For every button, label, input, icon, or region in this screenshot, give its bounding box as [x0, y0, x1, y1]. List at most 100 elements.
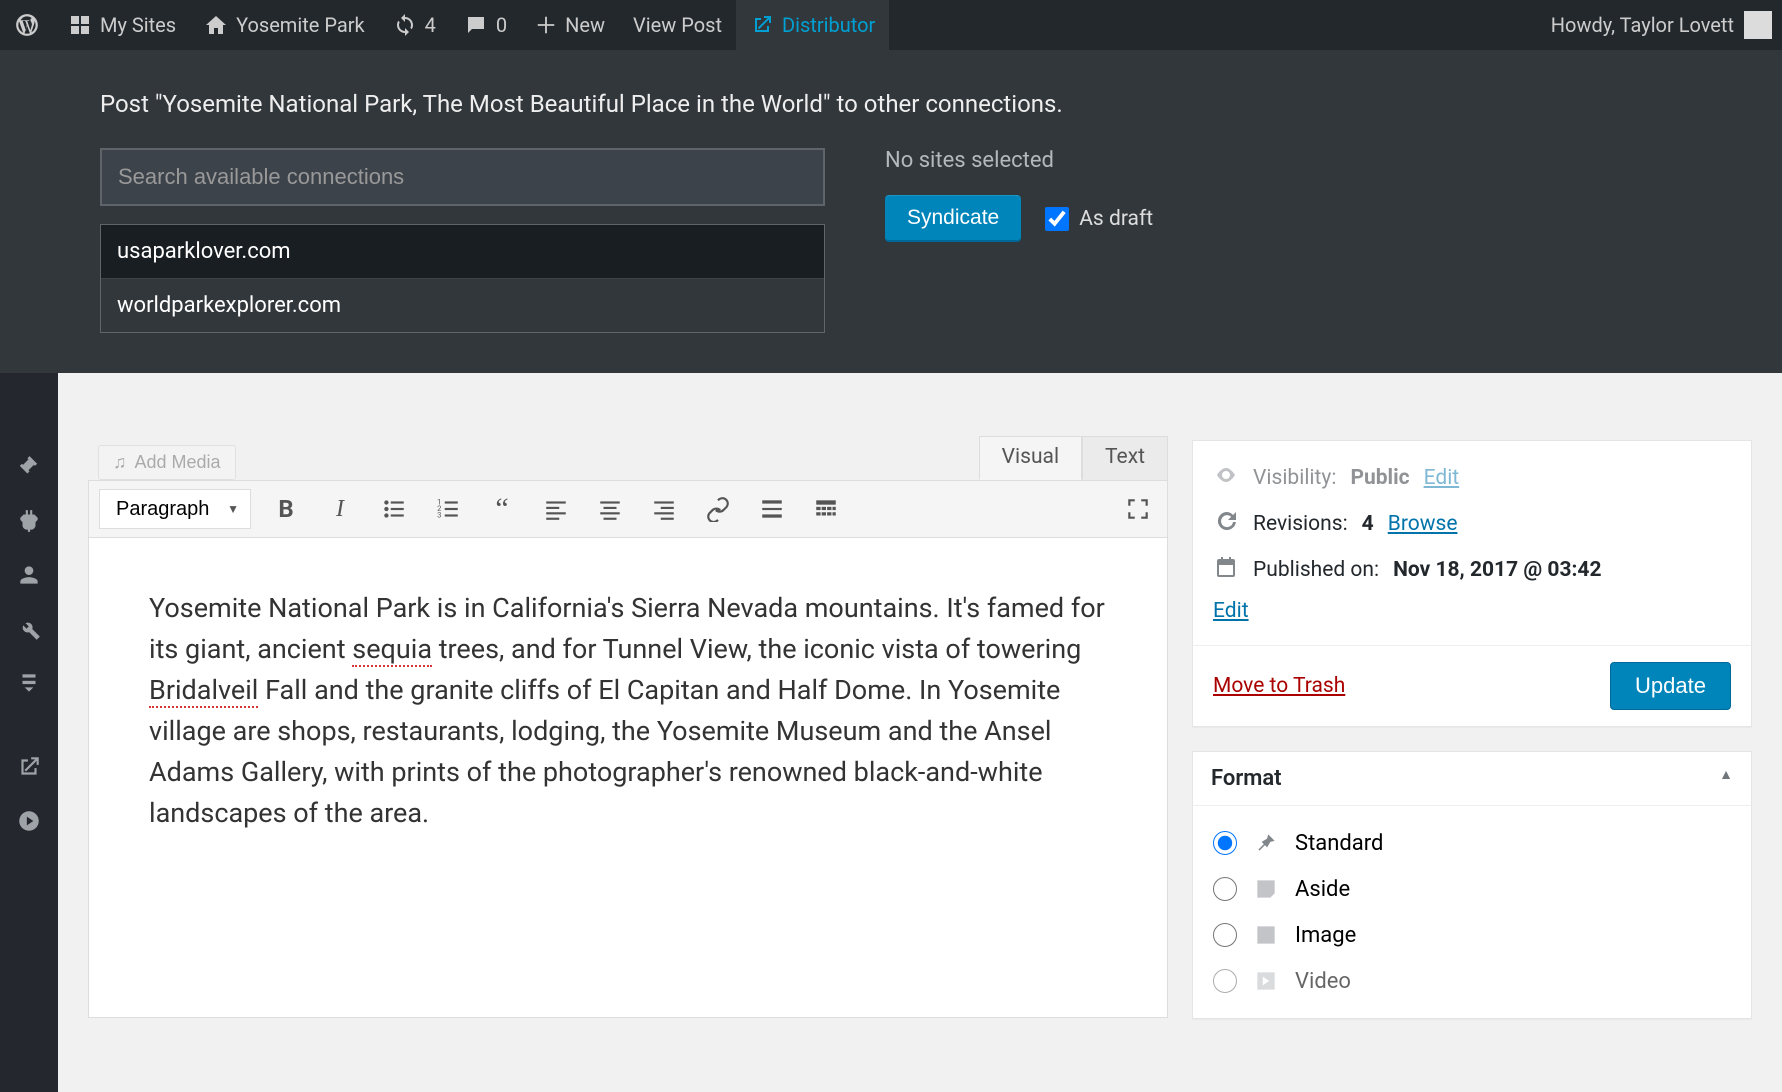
fullscreen-button[interactable]: [1119, 490, 1157, 528]
comments-link[interactable]: 0: [450, 0, 521, 50]
wordpress-icon: [14, 12, 40, 38]
view-post-link[interactable]: View Post: [619, 0, 736, 50]
updates-link[interactable]: 4: [379, 0, 450, 50]
video-icon: [1251, 966, 1281, 996]
plugins-icon[interactable]: [0, 494, 58, 548]
format-video-radio[interactable]: [1213, 969, 1237, 993]
avatar: [1744, 11, 1772, 39]
visibility-edit-link[interactable]: Edit: [1424, 466, 1460, 490]
site-name-label: Yosemite Park: [236, 13, 365, 37]
share-icon: [750, 13, 774, 37]
admin-bar: My Sites Yosemite Park 4 0 New View Post…: [0, 0, 1782, 50]
users-icon[interactable]: [0, 548, 58, 602]
media-icon[interactable]: [0, 794, 58, 848]
user-menu[interactable]: Howdy, Taylor Lovett: [1551, 11, 1782, 39]
link-button[interactable]: [699, 490, 737, 528]
editor-toolbar: Paragraph B I 123 “: [88, 480, 1168, 538]
selected-status: No sites selected: [885, 148, 1153, 173]
calendar-icon: [1213, 555, 1239, 585]
format-standard-label: Standard: [1295, 831, 1383, 856]
new-label: New: [565, 13, 605, 37]
format-video[interactable]: Video: [1213, 958, 1731, 1004]
updates-icon: [393, 13, 417, 37]
browse-revisions-link[interactable]: Browse: [1388, 512, 1458, 536]
updates-count: 4: [425, 13, 436, 37]
bold-button[interactable]: B: [267, 490, 305, 528]
plus-icon: [535, 14, 557, 36]
read-more-button[interactable]: [753, 490, 791, 528]
distributor-label: Distributor: [782, 13, 875, 37]
format-box-title: Format: [1211, 766, 1282, 791]
visibility-label: Visibility:: [1253, 466, 1336, 490]
add-media-button[interactable]: ♫ Add Media: [98, 445, 236, 480]
as-draft-checkbox[interactable]: [1045, 207, 1069, 231]
revisions-label: Revisions:: [1253, 512, 1348, 536]
update-button[interactable]: Update: [1610, 662, 1731, 710]
distributor-link[interactable]: Distributor: [736, 0, 889, 50]
editor-tabs: Visual Text: [979, 436, 1168, 480]
comments-icon: [464, 13, 488, 37]
visibility-icon: [1213, 463, 1239, 493]
format-aside-label: Aside: [1295, 877, 1350, 902]
format-image[interactable]: Image: [1213, 912, 1731, 958]
greeting-label: Howdy, Taylor Lovett: [1551, 13, 1734, 37]
syndicate-button[interactable]: Syndicate: [885, 195, 1021, 242]
distributor-title: Post "Yosemite National Park, The Most B…: [100, 90, 1682, 118]
my-sites-label: My Sites: [100, 13, 176, 37]
wp-logo[interactable]: [0, 0, 54, 50]
revisions-count: 4: [1362, 512, 1374, 536]
align-right-button[interactable]: [645, 490, 683, 528]
comments-count: 0: [496, 13, 507, 37]
tools-icon[interactable]: [0, 602, 58, 656]
move-to-trash-link[interactable]: Move to Trash: [1213, 674, 1345, 698]
format-image-label: Image: [1295, 923, 1356, 948]
pin-icon: [1251, 828, 1281, 858]
connections-list: usaparklover.com worldparkexplorer.com: [100, 224, 825, 333]
search-connections-input[interactable]: [100, 148, 825, 206]
add-media-label: Add Media: [135, 452, 221, 473]
media-icon: ♫: [113, 452, 127, 473]
toggle-icon[interactable]: ▲: [1719, 766, 1733, 791]
format-aside[interactable]: Aside: [1213, 866, 1731, 912]
appearance-icon[interactable]: [0, 440, 58, 494]
paragraph-select[interactable]: Paragraph: [99, 489, 251, 529]
numbered-list-button[interactable]: 123: [429, 490, 467, 528]
format-standard-radio[interactable]: [1213, 831, 1237, 855]
bullet-list-button[interactable]: [375, 490, 413, 528]
format-aside-radio[interactable]: [1213, 877, 1237, 901]
revisions-icon: [1213, 509, 1239, 539]
editor-content[interactable]: Yosemite National Park is in California'…: [88, 538, 1168, 1018]
align-center-button[interactable]: [591, 490, 629, 528]
view-post-label: View Post: [633, 13, 722, 37]
format-image-radio[interactable]: [1213, 923, 1237, 947]
connection-item[interactable]: worldparkexplorer.com: [101, 279, 824, 332]
published-label: Published on:: [1253, 558, 1379, 582]
svg-text:3: 3: [437, 511, 441, 520]
blockquote-button[interactable]: “: [483, 490, 521, 528]
settings-icon[interactable]: [0, 656, 58, 710]
site-name-link[interactable]: Yosemite Park: [190, 0, 379, 50]
distributor-menu-icon[interactable]: [0, 740, 58, 794]
image-icon: [1251, 920, 1281, 950]
as-draft-checkbox-wrap[interactable]: As draft: [1045, 207, 1153, 231]
toolbar-toggle-button[interactable]: [807, 490, 845, 528]
published-value: Nov 18, 2017 @ 03:42: [1393, 558, 1601, 582]
format-standard[interactable]: Standard: [1213, 820, 1731, 866]
my-sites-link[interactable]: My Sites: [54, 0, 190, 50]
tab-text[interactable]: Text: [1082, 436, 1168, 480]
format-video-label: Video: [1295, 969, 1351, 994]
visibility-value: Public: [1350, 466, 1409, 490]
distributor-panel: Post "Yosemite National Park, The Most B…: [0, 50, 1782, 373]
new-content-link[interactable]: New: [521, 0, 619, 50]
content-area: ♫ Add Media Visual Text Paragraph B I 12…: [58, 440, 1782, 1092]
publish-box: Visibility: Public Edit Revisions: 4 Bro…: [1192, 440, 1752, 727]
format-box: Format ▲ Standard Aside: [1192, 751, 1752, 1019]
italic-button[interactable]: I: [321, 490, 359, 528]
published-edit-link[interactable]: Edit: [1213, 599, 1249, 623]
aside-icon: [1251, 874, 1281, 904]
sites-icon: [68, 13, 92, 37]
align-left-button[interactable]: [537, 490, 575, 528]
tab-visual[interactable]: Visual: [979, 436, 1082, 480]
connection-item[interactable]: usaparklover.com: [101, 225, 824, 279]
as-draft-label: As draft: [1079, 207, 1153, 231]
